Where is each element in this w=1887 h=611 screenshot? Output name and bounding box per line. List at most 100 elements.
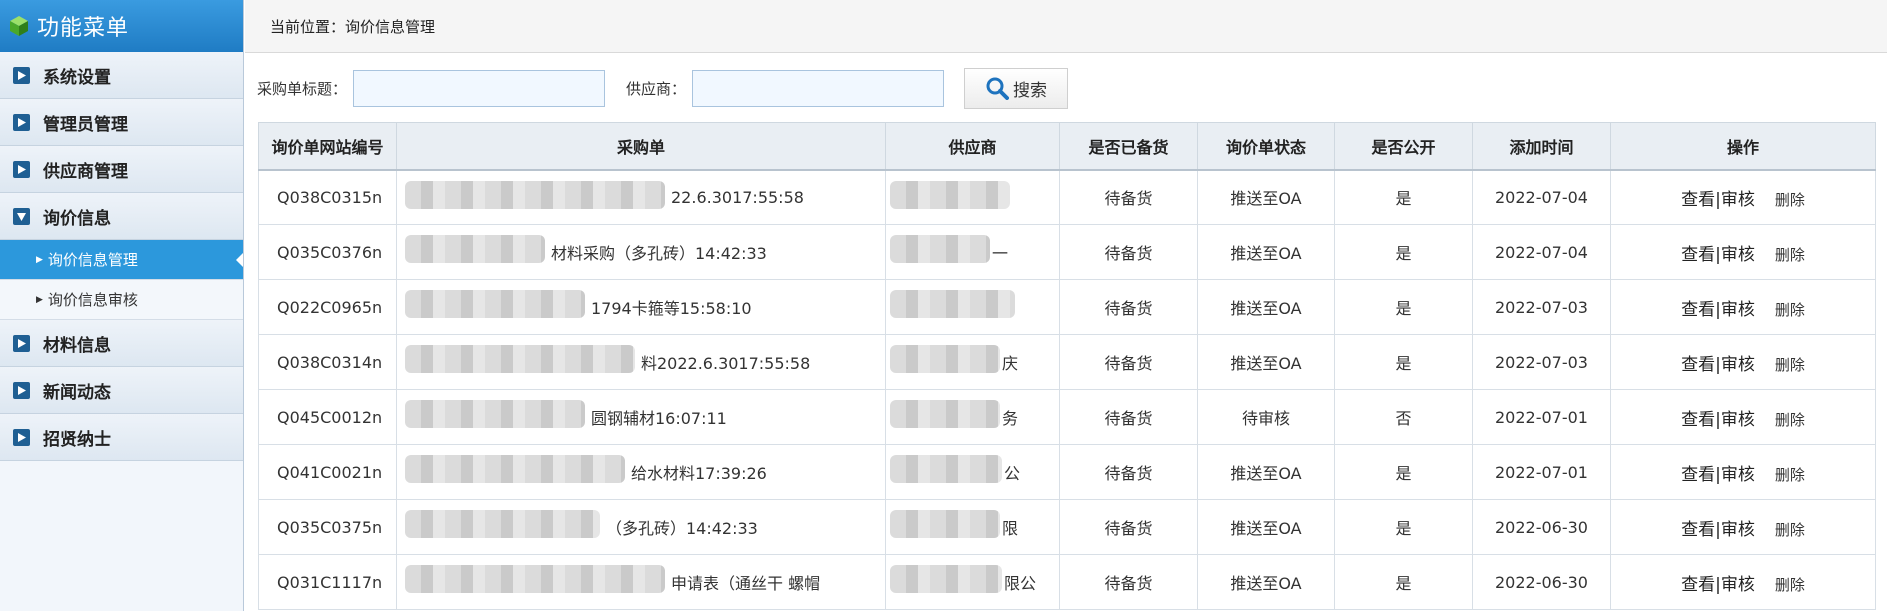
public-cell: 是 <box>1334 224 1473 280</box>
sidebar-menu-item[interactable]: 供应商管理 <box>0 146 243 193</box>
audit-link[interactable]: 审核 <box>1721 575 1755 595</box>
view-link[interactable]: 查看 <box>1681 190 1715 210</box>
public-cell: 是 <box>1334 334 1473 390</box>
delete-link[interactable]: 删除 <box>1775 411 1805 429</box>
column-header: 采购单 <box>396 122 886 171</box>
breadcrumb: 当前位置：询价信息管理 <box>245 0 1887 53</box>
purchase-order-text: 料2022.6.3017:55:58 <box>641 354 811 373</box>
redacted-text-block <box>405 345 635 373</box>
view-link[interactable]: 查看 <box>1681 245 1715 265</box>
search-icon <box>986 77 1010 100</box>
column-header: 添加时间 <box>1472 122 1611 171</box>
supplier-text: 务 <box>1002 409 1019 428</box>
actions-cell: 查看|审核 删除 <box>1610 444 1876 500</box>
search-bar: 采购单标题： 供应商： 搜索 <box>257 67 1069 109</box>
column-header: 供应商 <box>885 122 1060 171</box>
purchase-order-cell: 圆钢辅材16:07:11 <box>396 389 886 445</box>
added-date-cell: 2022-07-01 <box>1472 389 1611 445</box>
audit-link[interactable]: 审核 <box>1721 465 1755 485</box>
expand-right-icon <box>13 428 30 446</box>
inquiry-code-cell: Q038C0315n <box>258 169 397 225</box>
redacted-text-block <box>405 180 665 209</box>
stock-status-cell: 待备货 <box>1059 279 1198 335</box>
delete-link[interactable]: 删除 <box>1775 301 1805 319</box>
supplier-cell: 限公 <box>885 554 1060 610</box>
purchase-title-input[interactable] <box>353 69 606 107</box>
expand-right-icon <box>13 66 30 84</box>
sidebar-menu-item[interactable]: 招贤纳士 <box>0 414 243 461</box>
purchase-order-text: 申请表（通丝干 螺帽 <box>671 574 821 593</box>
app-window: 功能菜单 系统设置管理员管理供应商管理询价信息 ▶ 询价信息管理 ▶ 询价信息审核 材… <box>0 0 1887 611</box>
table-row: Q031C1117n 申请表（通丝干 螺帽 限公 待备货 推送至OA 是 2022-06-3… <box>258 554 1876 610</box>
sidebar-submenu-item[interactable]: ▶ 询价信息审核 <box>0 280 243 320</box>
view-link[interactable]: 查看 <box>1681 575 1715 595</box>
view-link[interactable]: 查看 <box>1681 520 1715 540</box>
delete-link[interactable]: 删除 <box>1775 191 1805 209</box>
column-header: 询价单网站编号 <box>258 122 397 171</box>
supplier-cell: 务 <box>885 389 1060 445</box>
inquiry-status-cell: 待审核 <box>1197 389 1335 445</box>
sidebar: 功能菜单 系统设置管理员管理供应商管理询价信息 ▶ 询价信息管理 ▶ 询价信息审核 材… <box>0 0 244 611</box>
sidebar-menu-item[interactable]: 新闻动态 <box>0 367 243 414</box>
sidebar-menu-item[interactable]: 询价信息 <box>0 193 243 240</box>
purchase-order-text: （多孔砖）14:42:33 <box>606 519 758 538</box>
view-link[interactable]: 查看 <box>1681 355 1715 375</box>
purchase-order-cell: 申请表（通丝干 螺帽 <box>396 554 886 610</box>
supplier-input[interactable] <box>692 69 945 107</box>
purchase-order-cell: 给水材料17:39:26 <box>396 444 886 500</box>
sidebar-menu-item[interactable]: 系统设置 <box>0 52 243 99</box>
search-button-label: 搜索 <box>1013 80 1048 101</box>
sidebar-menu-item[interactable]: 管理员管理 <box>0 99 243 146</box>
actions-cell: 查看|审核 删除 <box>1610 169 1876 225</box>
view-link[interactable]: 查看 <box>1681 300 1715 320</box>
delete-link[interactable]: 删除 <box>1775 576 1805 594</box>
bullet-triangle-icon: ▶ <box>36 254 43 265</box>
audit-link[interactable]: 审核 <box>1721 410 1755 430</box>
delete-link[interactable]: 删除 <box>1775 246 1805 264</box>
sidebar-menu-label: 材料信息 <box>43 335 111 356</box>
inquiry-code-cell: Q035C0376n <box>258 224 397 280</box>
audit-link[interactable]: 审核 <box>1721 245 1755 265</box>
purchase-order-text: 1794卡箍等15:58:10 <box>591 299 752 318</box>
sidebar-submenu-item[interactable]: ▶ 询价信息管理 <box>0 240 243 280</box>
delete-link[interactable]: 删除 <box>1775 466 1805 484</box>
supplier-cell: 庆 <box>885 334 1060 390</box>
sidebar-menu-label: 管理员管理 <box>43 114 128 135</box>
public-cell: 否 <box>1334 389 1473 445</box>
sidebar-menu-item[interactable]: 材料信息 <box>0 320 243 367</box>
table-row: Q038C0314n 料2022.6.3017:55:58 庆 待备货 推送至OA 是 20… <box>258 334 1876 390</box>
delete-link[interactable]: 删除 <box>1775 521 1805 539</box>
search-button[interactable]: 搜索 <box>964 67 1069 109</box>
inquiry-code-cell: Q022C0965n <box>258 279 397 335</box>
supplier-label: 供应商： <box>626 79 687 98</box>
sidebar-menu-label: 供应商管理 <box>43 161 128 182</box>
stock-status-cell: 待备货 <box>1059 334 1198 390</box>
audit-link[interactable]: 审核 <box>1721 300 1755 320</box>
table-row: Q041C0021n 给水材料17:39:26 公 待备货 推送至OA 是 2022-07-… <box>258 444 1876 500</box>
supplier-cell: 公 <box>885 444 1060 500</box>
inquiry-status-cell: 推送至OA <box>1197 334 1335 390</box>
audit-link[interactable]: 审核 <box>1721 190 1755 210</box>
redacted-text-block <box>405 565 665 593</box>
view-link[interactable]: 查看 <box>1681 410 1715 430</box>
expand-right-icon <box>13 334 30 352</box>
redacted-text-block <box>405 510 600 538</box>
supplier-text: 限 <box>1002 519 1019 538</box>
stock-status-cell: 待备货 <box>1059 224 1198 280</box>
supplier-text: 一 <box>992 244 1009 263</box>
public-cell: 是 <box>1334 279 1473 335</box>
sidebar-title: 功能菜单 <box>37 16 130 41</box>
redacted-text-block <box>890 455 1002 483</box>
delete-link[interactable]: 删除 <box>1775 356 1805 374</box>
inquiry-code-cell: Q041C0021n <box>258 444 397 500</box>
view-link[interactable]: 查看 <box>1681 465 1715 485</box>
actions-cell: 查看|审核 删除 <box>1610 279 1876 335</box>
redacted-text-block <box>890 290 1015 318</box>
added-date-cell: 2022-07-04 <box>1472 224 1611 280</box>
audit-link[interactable]: 审核 <box>1721 355 1755 375</box>
purchase-order-cell: （多孔砖）14:42:33 <box>396 499 886 555</box>
audit-link[interactable]: 审核 <box>1721 520 1755 540</box>
inquiry-code-cell: Q031C1117n <box>258 554 397 610</box>
inquiry-status-cell: 推送至OA <box>1197 499 1335 555</box>
redacted-text-block <box>890 235 990 263</box>
